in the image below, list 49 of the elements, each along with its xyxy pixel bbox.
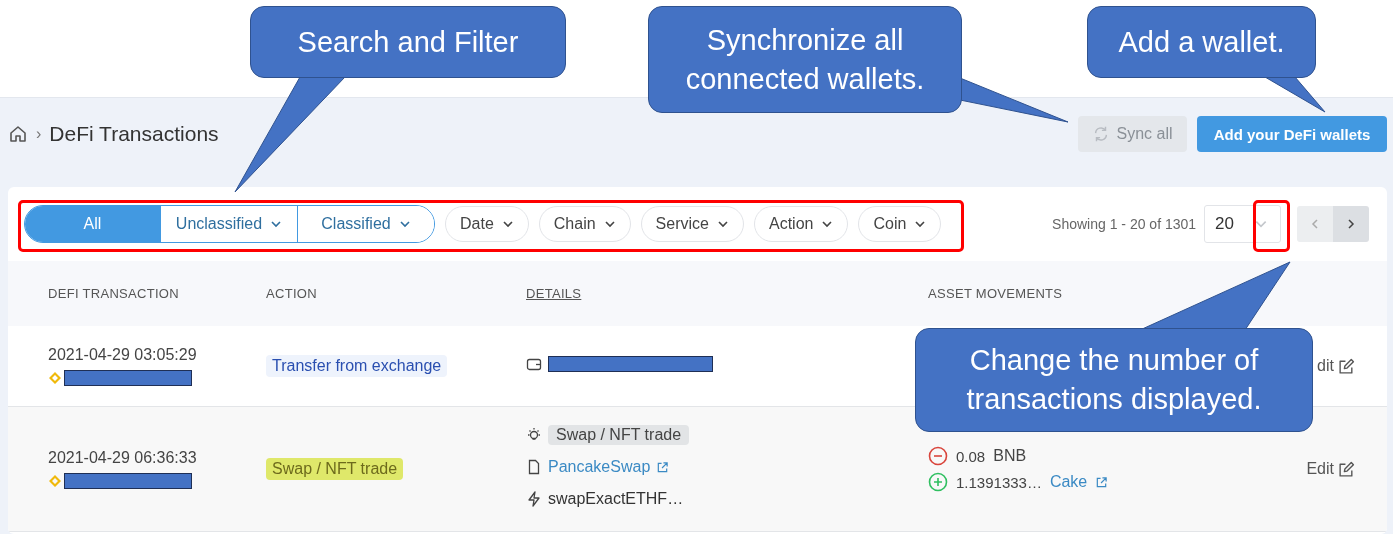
chevron-down-icon [716,218,729,230]
page-size-select[interactable]: 20 [1204,205,1281,243]
transaction-time: 2021-04-29 03:05:29 [48,346,197,364]
asset-amount: 0.08 [956,447,986,465]
highlight-frame [1253,200,1290,252]
callout: Synchronize all connected wallets. [648,6,962,113]
external-link-icon[interactable] [1095,475,1109,489]
column-header: ACTION [266,286,317,301]
chevron-down-icon [914,218,927,230]
column-header: DETAILS [526,286,582,301]
callout: Search and Filter [250,6,566,78]
filter-tab[interactable]: Classified [297,206,434,242]
coin-link[interactable]: Cake [1049,473,1088,491]
lightbulb-icon [526,427,542,443]
coin-symbol: BNB [993,447,1027,465]
document-icon [526,459,542,475]
action-tag: Transfer from exchange [266,355,448,377]
edit-link[interactable]: Edit [1306,460,1334,478]
edit-icon[interactable] [1338,357,1355,375]
column-header: DEFI TRANSACTION [48,286,179,301]
filter-dropdown[interactable]: Chain [538,206,631,242]
external-link-icon[interactable] [656,460,670,474]
chevron-down-icon [501,218,514,230]
pagination-summary: Showing 1 - 20 of 1301 [1052,216,1197,232]
callout-pointer [1264,76,1326,113]
filter-dropdown[interactable]: Coin [858,206,942,242]
service-link[interactable]: PancakeSwap [548,458,651,476]
filter-dropdown[interactable]: Date [445,206,529,242]
page-title: DeFi Transactions [49,122,219,146]
edit-link[interactable]: dit [1317,357,1334,375]
diamond-icon [48,474,62,488]
asset-amount: 1.1391333… [956,473,1042,491]
breadcrumb-separator: › [36,125,42,143]
chevron-down-icon [821,218,834,230]
chevron-right-icon [1345,218,1357,230]
chevron-left-icon [1309,218,1321,230]
edit-icon[interactable] [1338,460,1355,478]
lightning-icon [526,491,542,507]
filter-dropdown[interactable]: Service [640,206,744,242]
home-icon[interactable] [8,124,28,144]
diamond-icon [48,371,62,385]
action-tag: Swap / NFT trade [266,458,404,480]
filter-dropdown[interactable]: Action [753,206,849,242]
transaction-time: 2021-04-29 06:36:33 [48,449,197,467]
category-tag: Swap / NFT trade [548,425,690,445]
chevron-down-icon [603,218,616,230]
wallet-icon [526,356,542,372]
method-name: swapExactETHF… [548,490,684,508]
column-header: ASSET MOVEMENTS [928,286,1063,301]
